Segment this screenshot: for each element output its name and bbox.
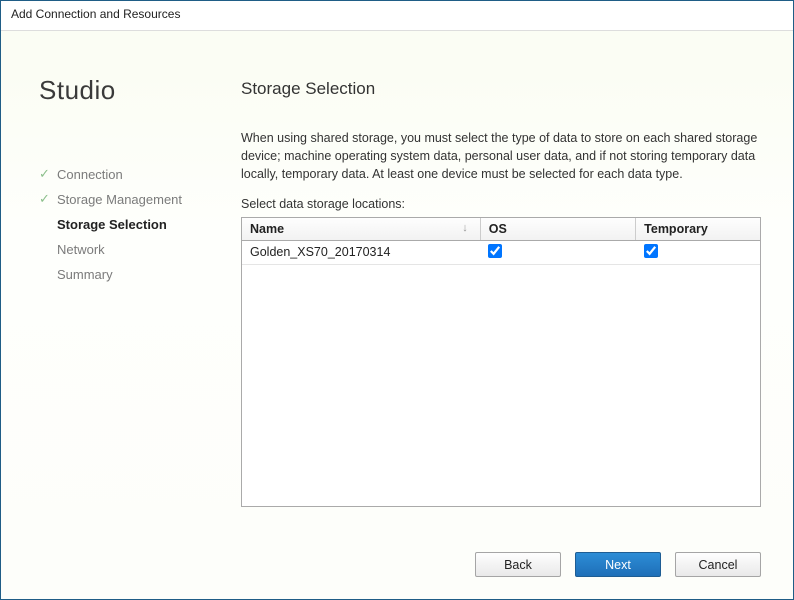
storage-table-container: Name ↓ OS Temporary Golden_XS70_20170314 <box>241 217 761 507</box>
next-button[interactable]: Next <box>575 552 661 577</box>
column-header-label: OS <box>489 222 507 236</box>
column-header-os[interactable]: OS <box>480 218 635 240</box>
temporary-checkbox[interactable] <box>644 244 658 258</box>
step-summary[interactable]: Summary <box>39 262 209 287</box>
cell-os <box>480 240 635 264</box>
step-label: Summary <box>57 267 113 282</box>
column-header-label: Name <box>250 222 284 236</box>
cell-name: Golden_XS70_20170314 <box>242 240 480 264</box>
page-subheading: Select data storage locations: <box>241 197 761 211</box>
wizard-content: Studio Connection Storage Management Sto… <box>1 31 793 599</box>
column-header-name[interactable]: Name ↓ <box>242 218 480 240</box>
step-label: Network <box>57 242 105 257</box>
title-bar: Add Connection and Resources <box>1 1 793 31</box>
step-connection[interactable]: Connection <box>39 162 209 187</box>
os-checkbox[interactable] <box>488 244 502 258</box>
step-label: Storage Management <box>57 192 182 207</box>
column-header-label: Temporary <box>644 222 708 236</box>
cell-temporary <box>636 240 760 264</box>
step-network[interactable]: Network <box>39 237 209 262</box>
sort-indicator-icon: ↓ <box>462 222 468 234</box>
wizard-buttons: Back Next Cancel <box>475 552 761 577</box>
table-row[interactable]: Golden_XS70_20170314 <box>242 240 760 264</box>
wizard-main: Storage Selection When using shared stor… <box>241 79 761 599</box>
page-description: When using shared storage, you must sele… <box>241 129 761 183</box>
brand-title: Studio <box>39 75 209 106</box>
storage-table: Name ↓ OS Temporary Golden_XS70_20170314 <box>242 218 760 265</box>
cancel-button[interactable]: Cancel <box>675 552 761 577</box>
back-button[interactable]: Back <box>475 552 561 577</box>
table-header-row: Name ↓ OS Temporary <box>242 218 760 240</box>
wizard-steps: Connection Storage Management Storage Se… <box>39 162 209 287</box>
step-storage-management[interactable]: Storage Management <box>39 187 209 212</box>
column-header-temporary[interactable]: Temporary <box>636 218 760 240</box>
wizard-sidebar: Studio Connection Storage Management Sto… <box>39 75 209 287</box>
step-label: Storage Selection <box>57 217 167 232</box>
step-storage-selection[interactable]: Storage Selection <box>39 212 209 237</box>
page-title: Storage Selection <box>241 79 761 99</box>
step-label: Connection <box>57 167 123 182</box>
window-title: Add Connection and Resources <box>11 7 180 21</box>
